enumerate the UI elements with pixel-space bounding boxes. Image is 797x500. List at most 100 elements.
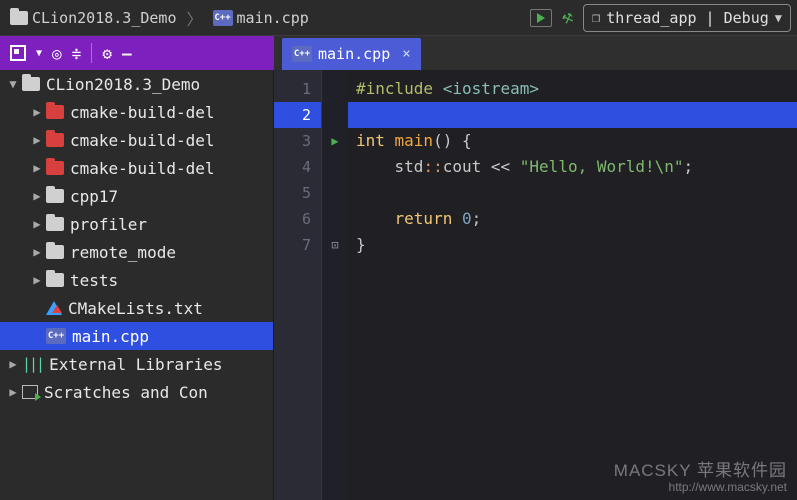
- sort-icon[interactable]: ≑: [72, 44, 82, 63]
- fold-close-icon[interactable]: ⊡: [322, 232, 348, 258]
- tree-item-label: CMakeLists.txt: [68, 299, 203, 318]
- tree-external-libs[interactable]: ▶|||External Libraries: [0, 350, 273, 378]
- tree-item[interactable]: ▶ profiler: [0, 210, 273, 238]
- chevron-right-icon[interactable]: ▶: [30, 245, 44, 259]
- cpp-file-icon: C++: [46, 328, 66, 344]
- chevron-right-icon[interactable]: ▶: [6, 357, 20, 371]
- chevron-right-icon[interactable]: ▶: [30, 105, 44, 119]
- chevron-right-icon[interactable]: ▶: [6, 385, 20, 399]
- chevron-down-icon[interactable]: ▼: [36, 48, 42, 59]
- folder-icon: [46, 189, 64, 203]
- code-token: <<: [491, 154, 520, 180]
- watermark-title: MACSKY 苹果软件园: [614, 462, 787, 481]
- tree-item[interactable]: ▶ cmake-build-del: [0, 98, 273, 126]
- code-content[interactable]: #include <iostream>int main() { std::cou…: [348, 70, 797, 500]
- code-line[interactable]: int main() {: [356, 128, 797, 154]
- tree-item[interactable]: ▶ cmake-build-del: [0, 154, 273, 182]
- code-token: cout: [443, 154, 491, 180]
- tree-item[interactable]: C++ main.cpp: [0, 322, 273, 350]
- project-tree: ▼CLion2018.3_Demo▶cmake-build-del▶cmake-…: [0, 70, 274, 500]
- tree-item[interactable]: ▶tests: [0, 266, 273, 294]
- code-token: #include: [356, 76, 443, 102]
- project-view-icon[interactable]: [10, 45, 26, 61]
- tree-item-label: cmake-build-del: [70, 159, 215, 178]
- target-icon[interactable]: ◎: [52, 44, 62, 63]
- line-number: 7: [274, 232, 311, 258]
- breadcrumb-project-label: CLion2018.3_Demo: [32, 9, 177, 27]
- cpp-file-icon: C++: [213, 10, 233, 26]
- run-gutter-icon[interactable]: ▶: [331, 134, 338, 148]
- tree-item-label: Scratches and Con: [44, 383, 208, 402]
- code-token: ::: [423, 154, 442, 180]
- chevron-right-icon[interactable]: ▶: [30, 217, 44, 231]
- folder-icon: [46, 273, 64, 287]
- gear-icon[interactable]: ⚙: [102, 44, 112, 63]
- build-icon[interactable]: ⚒: [559, 6, 576, 29]
- run-button[interactable]: [530, 9, 552, 27]
- tree-item-label: main.cpp: [72, 327, 149, 346]
- fold-slot: [322, 76, 348, 102]
- fold-slot: [322, 180, 348, 206]
- gutter-run[interactable]: ▶: [322, 128, 348, 154]
- tree-root-label: CLion2018.3_Demo: [46, 75, 200, 94]
- fold-slot: [322, 206, 348, 232]
- code-token: 0: [462, 206, 472, 232]
- chevron-down-icon: ▼: [775, 11, 782, 25]
- folder-icon: [46, 161, 64, 175]
- chevron-right-icon[interactable]: ▶: [30, 133, 44, 147]
- code-token: () {: [433, 128, 472, 154]
- code-token: "Hello, World!\n": [520, 154, 684, 180]
- tree-item[interactable]: ▶ cmake-build-del: [0, 126, 273, 154]
- close-icon[interactable]: ×: [402, 46, 410, 62]
- fold-column: ▶⊡: [322, 70, 348, 500]
- code-line[interactable]: [356, 180, 797, 206]
- code-token: <iostream>: [443, 76, 539, 102]
- breadcrumb-separator-icon: 〉: [185, 6, 205, 30]
- folder-icon: [46, 245, 64, 259]
- top-right-controls: ⚒ ❐ thread_app | Debug ▼: [530, 4, 791, 32]
- tree-item-label: cmake-build-del: [70, 103, 215, 122]
- chevron-right-icon[interactable]: ▶: [30, 161, 44, 175]
- tree-item-label: remote_mode: [70, 243, 176, 262]
- scratches-icon: [22, 385, 38, 399]
- code-line[interactable]: }: [356, 232, 797, 258]
- code-token: }: [356, 232, 366, 258]
- fold-slot: [322, 102, 348, 128]
- code-line[interactable]: return 0;: [356, 206, 797, 232]
- editor-tab[interactable]: C++ main.cpp ×: [282, 38, 421, 70]
- tree-item-label: profiler: [70, 215, 147, 234]
- editor-area: C++ main.cpp × 1234567 ▶⊡ #include <iost…: [274, 36, 797, 500]
- tree-item[interactable]: ▶ remote_mode: [0, 238, 273, 266]
- chevron-down-icon[interactable]: ▼: [6, 77, 20, 91]
- code-token: main: [395, 128, 434, 154]
- folder-icon: [10, 11, 28, 25]
- tree-scratches[interactable]: ▶ Scratches and Con: [0, 378, 273, 406]
- folder-icon: [46, 105, 64, 119]
- tree-item[interactable]: CMakeLists.txt: [0, 294, 273, 322]
- folder-icon: [46, 133, 64, 147]
- collapse-icon[interactable]: —: [122, 44, 132, 63]
- code-line[interactable]: [348, 102, 797, 128]
- line-number: 2: [274, 102, 321, 128]
- folder-icon: [22, 77, 40, 91]
- code-line[interactable]: std::cout << "Hello, World!\n";: [356, 154, 797, 180]
- play-icon: [537, 13, 545, 23]
- breadcrumb-project[interactable]: CLion2018.3_Demo: [6, 7, 181, 29]
- code-token: ;: [684, 154, 694, 180]
- editor-tab-label: main.cpp: [318, 45, 390, 63]
- tree-item[interactable]: ▶cpp17: [0, 182, 273, 210]
- code-line[interactable]: #include <iostream>: [356, 76, 797, 102]
- code-token: std: [395, 154, 424, 180]
- tree-item-label: cmake-build-del: [70, 131, 215, 150]
- code-token: ;: [472, 206, 482, 232]
- run-config-selector[interactable]: ❐ thread_app | Debug ▼: [583, 4, 791, 32]
- line-number: 6: [274, 206, 311, 232]
- tree-root[interactable]: ▼ CLion2018.3_Demo: [0, 70, 273, 98]
- breadcrumb-file[interactable]: C++ main.cpp: [209, 7, 313, 29]
- chevron-right-icon[interactable]: ▶: [30, 189, 44, 203]
- folder-icon: [46, 217, 64, 231]
- code-editor[interactable]: 1234567 ▶⊡ #include <iostream>int main()…: [274, 70, 797, 500]
- line-number: 1: [274, 76, 311, 102]
- layers-icon: ❐: [592, 10, 600, 26]
- chevron-right-icon[interactable]: ▶: [30, 273, 44, 287]
